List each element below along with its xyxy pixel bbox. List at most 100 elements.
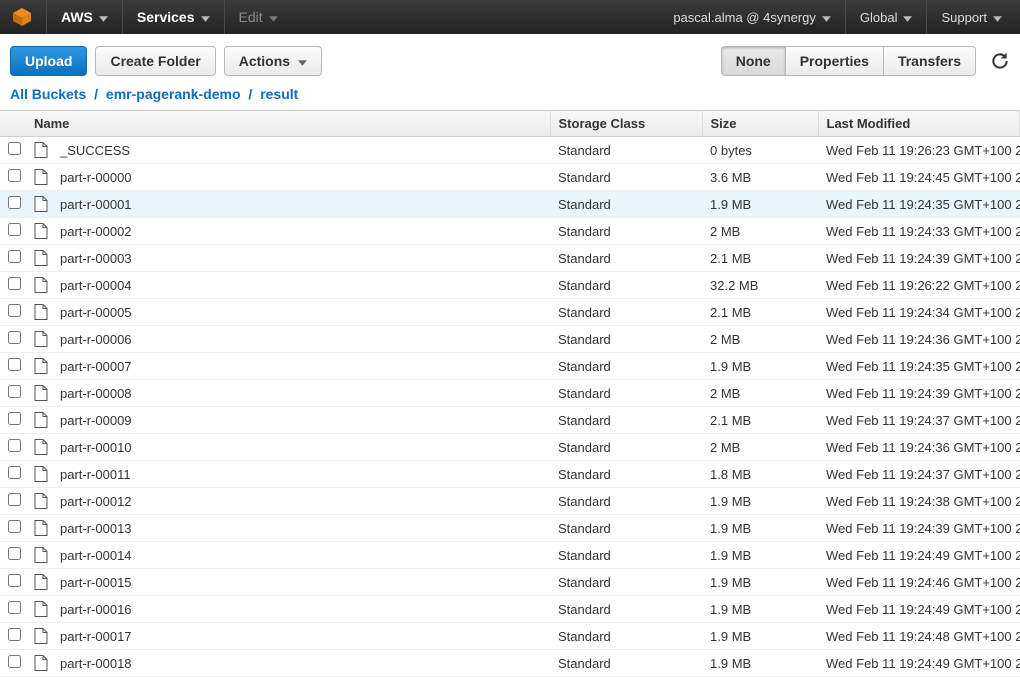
row-checkbox[interactable] xyxy=(8,358,21,371)
file-name[interactable]: _SUCCESS xyxy=(52,137,550,164)
refresh-button[interactable] xyxy=(990,51,1010,71)
row-checkbox[interactable] xyxy=(8,250,21,263)
table-row[interactable]: part-r-00004Standard32.2 MBWed Feb 11 19… xyxy=(0,272,1020,299)
file-icon xyxy=(26,569,52,596)
row-checkbox[interactable] xyxy=(8,385,21,398)
region-menu[interactable]: Global xyxy=(850,0,923,34)
col-header-modified[interactable]: Last Modified xyxy=(818,111,1019,137)
file-name[interactable]: part-r-00001 xyxy=(52,191,550,218)
file-modified: Wed Feb 11 19:24:48 GMT+100 2015 xyxy=(818,623,1019,650)
row-checkbox[interactable] xyxy=(8,304,21,317)
file-storage: Standard xyxy=(550,407,702,434)
row-checkbox[interactable] xyxy=(8,547,21,560)
brand-label: AWS xyxy=(61,9,93,25)
file-name[interactable]: part-r-00011 xyxy=(52,461,550,488)
file-name[interactable]: part-r-00015 xyxy=(52,569,550,596)
table-row[interactable]: part-r-00003Standard2.1 MBWed Feb 11 19:… xyxy=(0,245,1020,272)
file-name[interactable]: part-r-00012 xyxy=(52,488,550,515)
support-menu[interactable]: Support xyxy=(931,0,1012,34)
edit-menu[interactable]: Edit xyxy=(229,0,288,34)
file-name[interactable]: part-r-00006 xyxy=(52,326,550,353)
segment-transfers[interactable]: Transfers xyxy=(883,46,976,76)
breadcrumb-root[interactable]: All Buckets xyxy=(10,86,86,102)
col-header-checkbox[interactable] xyxy=(0,111,26,137)
file-name[interactable]: part-r-00008 xyxy=(52,380,550,407)
file-name[interactable]: part-r-00017 xyxy=(52,623,550,650)
file-name[interactable]: part-r-00018 xyxy=(52,650,550,677)
row-checkbox[interactable] xyxy=(8,520,21,533)
file-name[interactable]: part-r-00007 xyxy=(52,353,550,380)
file-name[interactable]: part-r-00004 xyxy=(52,272,550,299)
file-modified: Wed Feb 11 19:26:23 GMT+100 2015 xyxy=(818,137,1019,164)
file-size: 1.9 MB xyxy=(702,596,818,623)
topnav: AWS Services Edit pascal.alma @ 4synergy… xyxy=(0,0,1020,34)
col-header-size[interactable]: Size xyxy=(702,111,818,137)
table-row[interactable]: _SUCCESSStandard0 bytesWed Feb 11 19:26:… xyxy=(0,137,1020,164)
row-checkbox[interactable] xyxy=(8,169,21,182)
table-row[interactable]: part-r-00000Standard3.6 MBWed Feb 11 19:… xyxy=(0,164,1020,191)
row-checkbox[interactable] xyxy=(8,196,21,209)
row-checkbox[interactable] xyxy=(8,601,21,614)
table-row[interactable]: part-r-00016Standard1.9 MBWed Feb 11 19:… xyxy=(0,596,1020,623)
table-row[interactable]: part-r-00009Standard2.1 MBWed Feb 11 19:… xyxy=(0,407,1020,434)
account-menu[interactable]: pascal.alma @ 4synergy xyxy=(663,0,841,34)
file-name[interactable]: part-r-00005 xyxy=(52,299,550,326)
table-row[interactable]: part-r-00007Standard1.9 MBWed Feb 11 19:… xyxy=(0,353,1020,380)
row-checkbox[interactable] xyxy=(8,655,21,668)
aws-logo-icon[interactable] xyxy=(12,7,32,27)
col-header-storage[interactable]: Storage Class xyxy=(550,111,702,137)
file-name[interactable]: part-r-00009 xyxy=(52,407,550,434)
segment-properties[interactable]: Properties xyxy=(785,46,883,76)
table-row[interactable]: part-r-00005Standard2.1 MBWed Feb 11 19:… xyxy=(0,299,1020,326)
file-size: 1.8 MB xyxy=(702,461,818,488)
table-row[interactable]: part-r-00018Standard1.9 MBWed Feb 11 19:… xyxy=(0,650,1020,677)
segment-none[interactable]: None xyxy=(721,46,785,76)
file-icon xyxy=(26,272,52,299)
services-menu[interactable]: Services xyxy=(127,0,220,34)
table-row[interactable]: part-r-00001Standard1.9 MBWed Feb 11 19:… xyxy=(0,191,1020,218)
row-checkbox[interactable] xyxy=(8,223,21,236)
table-row[interactable]: part-r-00002Standard2 MBWed Feb 11 19:24… xyxy=(0,218,1020,245)
row-checkbox[interactable] xyxy=(8,493,21,506)
file-modified: Wed Feb 11 19:24:34 GMT+100 2015 xyxy=(818,299,1019,326)
file-name[interactable]: part-r-00000 xyxy=(52,164,550,191)
row-checkbox[interactable] xyxy=(8,412,21,425)
row-checkbox[interactable] xyxy=(8,331,21,344)
services-label: Services xyxy=(137,9,195,25)
table-row[interactable]: part-r-00017Standard1.9 MBWed Feb 11 19:… xyxy=(0,623,1020,650)
row-checkbox[interactable] xyxy=(8,574,21,587)
file-icon xyxy=(26,650,52,677)
row-checkbox[interactable] xyxy=(8,142,21,155)
table-row[interactable]: part-r-00006Standard2 MBWed Feb 11 19:24… xyxy=(0,326,1020,353)
table-row[interactable]: part-r-00015Standard1.9 MBWed Feb 11 19:… xyxy=(0,569,1020,596)
file-modified: Wed Feb 11 19:24:37 GMT+100 2015 xyxy=(818,461,1019,488)
file-name[interactable]: part-r-00002 xyxy=(52,218,550,245)
file-icon xyxy=(26,164,52,191)
table-row[interactable]: part-r-00014Standard1.9 MBWed Feb 11 19:… xyxy=(0,542,1020,569)
create-folder-button[interactable]: Create Folder xyxy=(95,46,215,76)
row-checkbox[interactable] xyxy=(8,439,21,452)
table-row[interactable]: part-r-00011Standard1.8 MBWed Feb 11 19:… xyxy=(0,461,1020,488)
file-name[interactable]: part-r-00013 xyxy=(52,515,550,542)
table-row[interactable]: part-r-00008Standard2 MBWed Feb 11 19:24… xyxy=(0,380,1020,407)
row-checkbox[interactable] xyxy=(8,628,21,641)
row-checkbox[interactable] xyxy=(8,277,21,290)
separator xyxy=(845,0,846,34)
col-header-name[interactable]: Name xyxy=(26,111,550,137)
actions-menu-button[interactable]: Actions xyxy=(224,46,322,76)
chevron-down-icon xyxy=(822,10,831,25)
upload-button[interactable]: Upload xyxy=(10,46,87,76)
file-name[interactable]: part-r-00003 xyxy=(52,245,550,272)
brand-menu[interactable]: AWS xyxy=(51,0,118,34)
row-checkbox[interactable] xyxy=(8,466,21,479)
breadcrumb-bucket[interactable]: emr-pagerank-demo xyxy=(106,86,241,102)
file-size: 0 bytes xyxy=(702,137,818,164)
table-row[interactable]: part-r-00013Standard1.9 MBWed Feb 11 19:… xyxy=(0,515,1020,542)
breadcrumb-folder[interactable]: result xyxy=(260,86,298,102)
table-row[interactable]: part-r-00012Standard1.9 MBWed Feb 11 19:… xyxy=(0,488,1020,515)
table-header-row: Name Storage Class Size Last Modified xyxy=(0,111,1020,137)
file-name[interactable]: part-r-00016 xyxy=(52,596,550,623)
table-row[interactable]: part-r-00010Standard2 MBWed Feb 11 19:24… xyxy=(0,434,1020,461)
file-name[interactable]: part-r-00014 xyxy=(52,542,550,569)
file-name[interactable]: part-r-00010 xyxy=(52,434,550,461)
